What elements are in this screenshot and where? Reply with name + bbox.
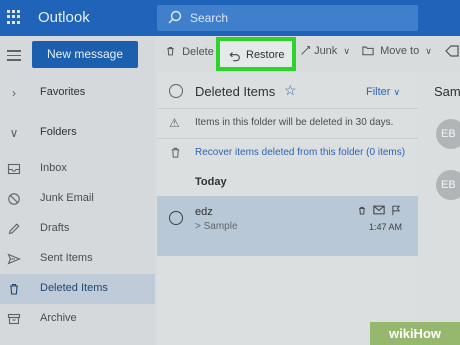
favorites-label: Favorites <box>40 86 86 98</box>
mark-read-icon[interactable] <box>373 205 385 218</box>
search-box[interactable]: Search <box>157 5 418 31</box>
message-list-pane: Deleted Items ☆ Filter ∨ ⚠ Items in this… <box>157 72 418 345</box>
message-time: 1:47 AM <box>369 222 403 232</box>
new-message-button[interactable]: New message <box>32 41 138 68</box>
sidebar-item-drafts[interactable]: Drafts <box>0 214 155 244</box>
command-toolbar: Delete Junk ∨ Move to ∨ <box>155 36 460 70</box>
search-placeholder: Search <box>190 11 229 25</box>
send-icon <box>7 252 21 266</box>
top-header-bar: Outlook Search <box>0 0 460 36</box>
recover-items-link[interactable]: Recover items deleted from this folder (… <box>157 138 418 168</box>
sidebar-item-deleted-items[interactable]: Deleted Items <box>0 274 155 304</box>
junk-icon <box>301 46 310 55</box>
retention-notice-text: Items in this folder will be deleted in … <box>195 117 394 128</box>
filter-label: Filter <box>366 86 391 98</box>
junk-button[interactable]: Junk ∨ <box>300 45 350 57</box>
message-select-checkbox[interactable] <box>169 211 183 225</box>
sidebar-item-archive[interactable]: Archive <box>0 304 155 334</box>
restore-label: Restore <box>246 49 285 61</box>
filter-button[interactable]: Filter ∨ <box>366 86 400 98</box>
move-to-button[interactable]: Move to ∨ <box>362 45 432 57</box>
delete-message-icon[interactable] <box>357 205 367 219</box>
block-icon <box>7 192 21 206</box>
trash-icon <box>167 46 174 56</box>
message-subject: > Sample <box>195 221 238 232</box>
folder-pane: New message › Favorites ∨ Folders Inbox … <box>0 36 155 345</box>
chevron-right-icon: › <box>12 86 16 100</box>
message-sender: edz <box>195 206 213 218</box>
list-header: Deleted Items ☆ Filter ∨ <box>157 72 418 110</box>
trash-icon <box>7 282 21 296</box>
watermark-logo: wikiHow <box>370 322 460 345</box>
junk-label: Junk <box>314 45 338 57</box>
chevron-down-icon: ∨ <box>9 126 19 140</box>
inbox-icon <box>7 162 21 176</box>
group-header-today: Today <box>195 176 227 188</box>
sidebar-item-label: Deleted Items <box>40 282 108 294</box>
chevron-down-icon: ∨ <box>425 46 432 56</box>
pencil-icon <box>7 222 21 236</box>
sidebar-item-junk-email[interactable]: Junk Email <box>0 184 155 214</box>
avatar: EB <box>436 119 460 149</box>
select-all-checkbox[interactable] <box>169 84 183 98</box>
app-title[interactable]: Outlook <box>38 9 90 26</box>
search-icon <box>168 10 182 24</box>
folders-toggle[interactable]: ∨ Folders <box>0 118 155 148</box>
favorite-star-icon[interactable]: ☆ <box>284 82 297 99</box>
recover-icon <box>169 146 182 162</box>
sidebar-item-label: Inbox <box>40 162 67 174</box>
folders-label: Folders <box>40 126 77 138</box>
undo-icon <box>229 52 240 62</box>
move-to-label: Move to <box>380 45 420 57</box>
folder-icon <box>362 46 374 56</box>
sidebar-item-label: Sent Items <box>40 252 93 264</box>
reading-pane: Sam EB EB <box>418 72 460 345</box>
delete-button[interactable]: Delete <box>165 45 214 58</box>
favorites-toggle[interactable]: › Favorites <box>0 78 155 108</box>
avatar: EB <box>436 170 460 200</box>
folder-title: Deleted Items <box>195 84 276 99</box>
sidebar-item-sent-items[interactable]: Sent Items <box>0 244 155 274</box>
sidebar-item-inbox[interactable]: Inbox <box>0 154 155 184</box>
archive-icon <box>7 312 21 326</box>
chevron-down-icon: ∨ <box>343 46 350 56</box>
flag-icon[interactable] <box>391 205 401 219</box>
app-launcher-icon[interactable] <box>7 10 21 24</box>
tag-icon[interactable] <box>445 45 459 60</box>
warning-icon: ⚠ <box>169 116 180 130</box>
hamburger-menu-icon[interactable] <box>7 50 21 61</box>
message-list-item[interactable]: edz > Sample 1:47 AM <box>157 196 418 256</box>
sidebar-item-label: Archive <box>40 312 77 324</box>
sidebar-item-label: Junk Email <box>40 192 94 204</box>
delete-label: Delete <box>182 46 214 58</box>
recover-items-text: Recover items deleted from this folder (… <box>195 147 406 158</box>
restore-button[interactable]: Restore <box>216 37 296 71</box>
retention-notice: ⚠ Items in this folder will be deleted i… <box>157 108 418 138</box>
sidebar-item-label: Drafts <box>40 222 70 234</box>
chevron-down-icon: ∨ <box>393 87 401 97</box>
reading-pane-title: Sam <box>434 84 460 99</box>
